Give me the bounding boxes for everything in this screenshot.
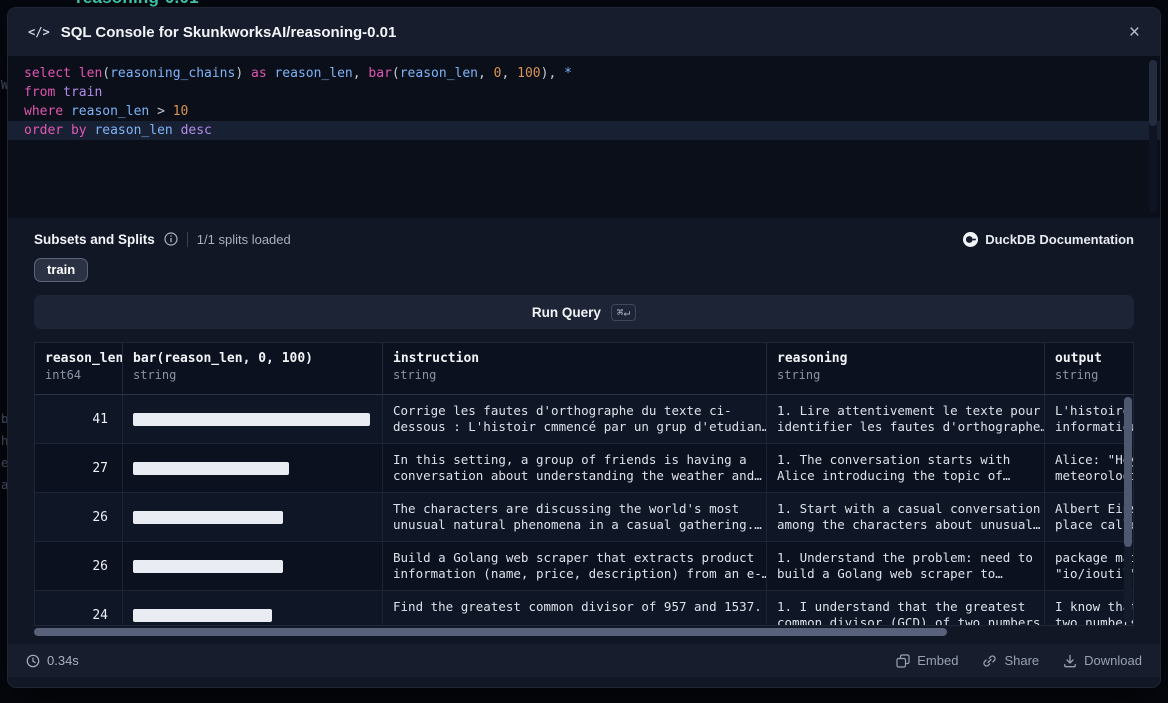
table-vertical-scrollbar[interactable] xyxy=(1124,397,1132,623)
code-line: order by reason_len desc xyxy=(8,121,1160,140)
download-icon xyxy=(1063,654,1077,668)
cell-instruction: Build a Golang web scraper that extracts… xyxy=(383,542,767,590)
cell-reasoning: 1. Lire attentivement le texte pour iden… xyxy=(767,395,1045,443)
query-time: 0.34s xyxy=(26,653,79,668)
column-type: string xyxy=(393,368,756,382)
column-name: reason_len xyxy=(45,351,112,366)
subsets-label: Subsets and Splits xyxy=(34,232,155,247)
histogram-bar xyxy=(133,511,283,524)
cell-instruction: The characters are discussing the world'… xyxy=(383,493,767,541)
cell-bar xyxy=(123,542,383,590)
code-line: from train xyxy=(8,83,1160,102)
cell-reasoning: 1. Start with a casual conversation amon… xyxy=(767,493,1045,541)
column-name: instruction xyxy=(393,351,756,366)
histogram-bar xyxy=(133,609,272,622)
cell-reasoning: 1. Understand the problem: need to build… xyxy=(767,542,1045,590)
query-time-value: 0.34s xyxy=(47,653,79,668)
cell-output: I know that t two numbers i xyxy=(1045,591,1134,626)
clock-icon xyxy=(26,654,40,668)
modal-footer: 0.34s Embed Share Download xyxy=(8,644,1160,677)
cell-bar xyxy=(123,493,383,541)
table-horizontal-scrollbar-thumb[interactable] xyxy=(34,628,947,636)
histogram-bar xyxy=(133,413,370,426)
sql-editor[interactable]: select len(reasoning_chains) as reason_l… xyxy=(8,56,1160,218)
histogram-bar xyxy=(133,462,289,475)
embed-button[interactable]: Embed xyxy=(896,653,958,668)
embed-label: Embed xyxy=(917,653,958,668)
column-header-instruction[interactable]: instruction string xyxy=(383,343,767,394)
run-query-label: Run Query xyxy=(532,305,601,320)
cell-reasoning: 1. The conversation starts with Alice in… xyxy=(767,444,1045,492)
table-body: 41 Corrige les fautes d'orthographe du te… xyxy=(35,395,1133,626)
table-row[interactable]: 26 The characters are discussing the worl… xyxy=(35,493,1133,542)
download-label: Download xyxy=(1084,653,1142,668)
cell-output: L'histoire co informatique xyxy=(1045,395,1134,443)
duckdb-icon xyxy=(963,232,978,247)
table-vertical-scrollbar-thumb[interactable] xyxy=(1124,397,1132,547)
cell-reason-len: 24 xyxy=(35,591,123,626)
cell-output: package main "io/ioutil" " xyxy=(1045,542,1134,590)
cell-instruction: In this setting, a group of friends is h… xyxy=(383,444,767,492)
code-tag-icon: </> xyxy=(28,25,50,39)
editor-scrollbar[interactable] xyxy=(1149,60,1157,212)
modal-title: SQL Console for SkunkworksAI/reasoning-0… xyxy=(61,24,397,41)
cell-output: Albert Einste place called xyxy=(1045,493,1134,541)
table-horizontal-scrollbar[interactable] xyxy=(34,628,1134,636)
sql-console-modal: </> SQL Console for SkunkworksAI/reasoni… xyxy=(8,8,1160,687)
code-line: where reason_len > 10 xyxy=(8,102,1160,121)
column-type: string xyxy=(777,368,1034,382)
cell-bar xyxy=(123,444,383,492)
background-text-fragment: reasoning-0.01 xyxy=(76,0,199,8)
column-name: bar(reason_len, 0, 100) xyxy=(133,351,372,366)
download-button[interactable]: Download xyxy=(1063,653,1142,668)
cell-reason-len: 26 xyxy=(35,493,123,541)
cell-instruction: Find the greatest common divisor of 957 … xyxy=(383,591,767,626)
editor-scrollbar-thumb[interactable] xyxy=(1149,60,1157,126)
column-name: output xyxy=(1055,351,1134,366)
cell-instruction: Corrige les fautes d'orthographe du text… xyxy=(383,395,767,443)
subsets-row: Subsets and Splits 1/1 splits loaded Duc… xyxy=(34,228,1134,250)
console-body: Subsets and Splits 1/1 splits loaded Duc… xyxy=(8,218,1160,638)
split-chip-train[interactable]: train xyxy=(34,258,88,282)
run-query-button[interactable]: Run Query ⌘↵ xyxy=(34,295,1134,329)
column-type: string xyxy=(133,368,372,382)
share-button[interactable]: Share xyxy=(982,653,1039,668)
column-header-output[interactable]: output string xyxy=(1045,343,1134,394)
column-header-reasoning[interactable]: reasoning string xyxy=(767,343,1045,394)
close-button[interactable]: × xyxy=(1129,23,1140,42)
code-lines: select len(reasoning_chains) as reason_l… xyxy=(8,64,1160,140)
share-label: Share xyxy=(1004,653,1039,668)
table-row[interactable]: 26 Build a Golang web scraper that extrac… xyxy=(35,542,1133,591)
cell-reason-len: 26 xyxy=(35,542,123,590)
cell-bar xyxy=(123,591,383,626)
table-row[interactable]: 27 In this setting, a group of friends is… xyxy=(35,444,1133,493)
table-row[interactable]: 24 Find the greatest common divisor of 95… xyxy=(35,591,1133,626)
table-header-row: reason_len int64 bar(reason_len, 0, 100) st… xyxy=(35,343,1133,395)
info-icon[interactable] xyxy=(164,232,178,246)
footer-actions: Embed Share Download xyxy=(896,653,1142,668)
code-line: select len(reasoning_chains) as reason_l… xyxy=(8,64,1160,83)
column-name: reasoning xyxy=(777,351,1034,366)
share-link-icon xyxy=(982,654,997,668)
cell-reason-len: 41 xyxy=(35,395,123,443)
divider xyxy=(187,232,188,247)
cell-reason-len: 27 xyxy=(35,444,123,492)
duckdb-documentation-link[interactable]: DuckDB Documentation xyxy=(963,232,1134,247)
duckdb-documentation-label: DuckDB Documentation xyxy=(985,232,1134,247)
column-type: int64 xyxy=(45,368,112,382)
column-header-reason_len[interactable]: reason_len int64 xyxy=(35,343,123,394)
split-chips: train xyxy=(34,258,1134,282)
cell-output: Alice: "Hey g meteorologist xyxy=(1045,444,1134,492)
embed-icon xyxy=(896,654,910,668)
histogram-bar xyxy=(133,560,283,573)
results-table: reason_len int64 bar(reason_len, 0, 100) st… xyxy=(34,342,1134,626)
modal-header: </> SQL Console for SkunkworksAI/reasoni… xyxy=(8,8,1160,56)
splits-loaded-status: 1/1 splits loaded xyxy=(197,232,291,247)
cell-bar xyxy=(123,395,383,443)
cell-reasoning: 1. I understand that the greatest common… xyxy=(767,591,1045,626)
column-header-bar-reason_len-0-100[interactable]: bar(reason_len, 0, 100) string xyxy=(123,343,383,394)
keyboard-shortcut-badge: ⌘↵ xyxy=(611,304,636,321)
column-type: string xyxy=(1055,368,1134,382)
table-row[interactable]: 41 Corrige les fautes d'orthographe du te… xyxy=(35,395,1133,444)
